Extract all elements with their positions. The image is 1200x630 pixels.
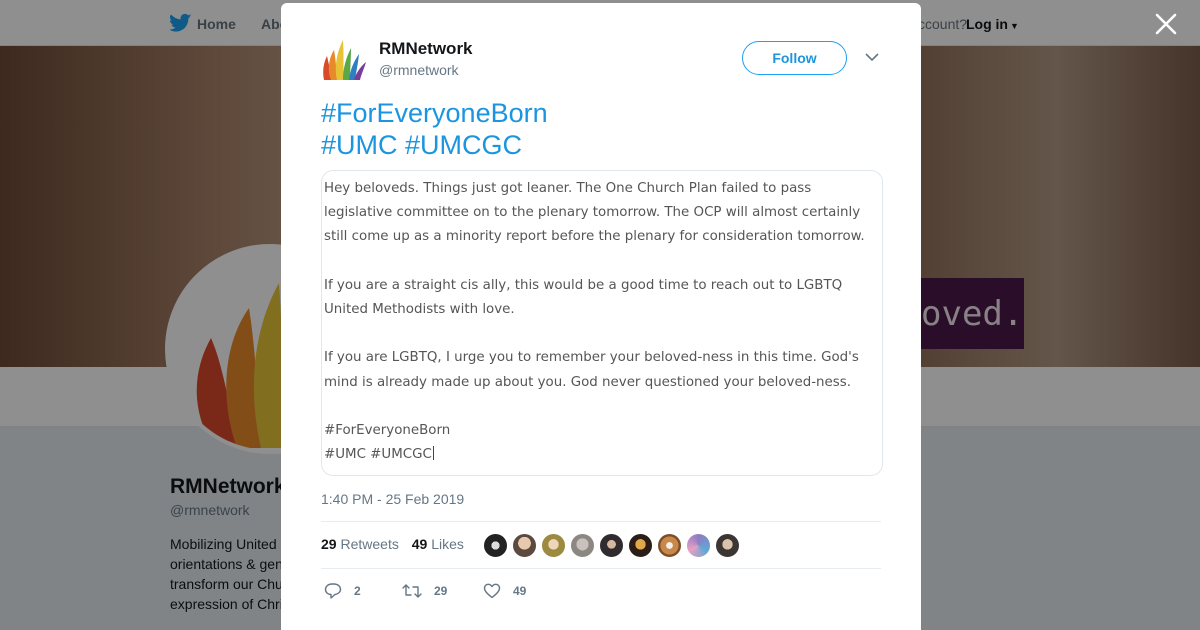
avatar[interactable] (541, 533, 566, 558)
like-count: 49 (513, 584, 527, 598)
retweet-icon (402, 584, 422, 598)
image-hashtag-text: #UMC #UMCGC (324, 447, 432, 463)
avatar[interactable] (599, 533, 624, 558)
avatar[interactable] (512, 533, 537, 558)
reply-button[interactable]: 2 (324, 581, 361, 601)
hashtag-line[interactable]: #UMC #UMCGC (321, 129, 548, 161)
reply-icon (324, 583, 342, 599)
author-handle[interactable]: @rmnetwork (379, 62, 459, 78)
like-button[interactable]: 49 (483, 581, 526, 601)
avatar[interactable] (483, 533, 508, 558)
reply-count: 2 (354, 584, 361, 598)
tweet-text: #ForEveryoneBorn #UMC #UMCGC (321, 97, 548, 161)
tweet-modal: RMNetwork @rmnetwork Follow #ForEveryone… (281, 3, 921, 630)
retweet-count: 29 (434, 584, 448, 598)
image-paragraph: If you are a straight cis ally, this wou… (324, 277, 843, 317)
retweet-button[interactable]: 29 (402, 581, 447, 601)
divider (321, 568, 881, 569)
heart-icon (483, 583, 501, 599)
engagement-stats: 29 Retweets 49 Likes (321, 536, 464, 552)
tweet-actions: 2 29 49 (321, 581, 621, 601)
chevron-down-icon[interactable] (865, 52, 879, 62)
avatar[interactable] (570, 533, 595, 558)
divider (321, 521, 881, 522)
image-paragraph: If you are LGBTQ, I urge you to remember… (324, 350, 859, 390)
tweet-image[interactable]: Hey beloveds. Things just got leaner. Th… (321, 170, 883, 476)
retweets-stat[interactable]: 29 Retweets (321, 536, 399, 552)
tweet-timestamp[interactable]: 1:40 PM - 25 Feb 2019 (321, 491, 464, 507)
image-paragraph: Hey beloveds. Things just got leaner. Th… (324, 181, 865, 245)
text-caret (432, 446, 434, 461)
author-avatar[interactable] (321, 36, 369, 84)
image-hashtag-line: #UMC #UMCGC (322, 443, 882, 467)
hashtag-link[interactable]: #ForEveryoneBorn (321, 97, 548, 129)
likes-stat[interactable]: 49 Likes (412, 536, 464, 552)
avatar[interactable] (657, 533, 682, 558)
close-icon[interactable] (1154, 12, 1178, 36)
follow-button[interactable]: Follow (742, 41, 847, 75)
avatar[interactable] (686, 533, 711, 558)
avatar[interactable] (628, 533, 653, 558)
avatar[interactable] (715, 533, 740, 558)
image-hashtag: #ForEveryoneBorn (324, 422, 451, 438)
author-name[interactable]: RMNetwork (379, 39, 473, 59)
